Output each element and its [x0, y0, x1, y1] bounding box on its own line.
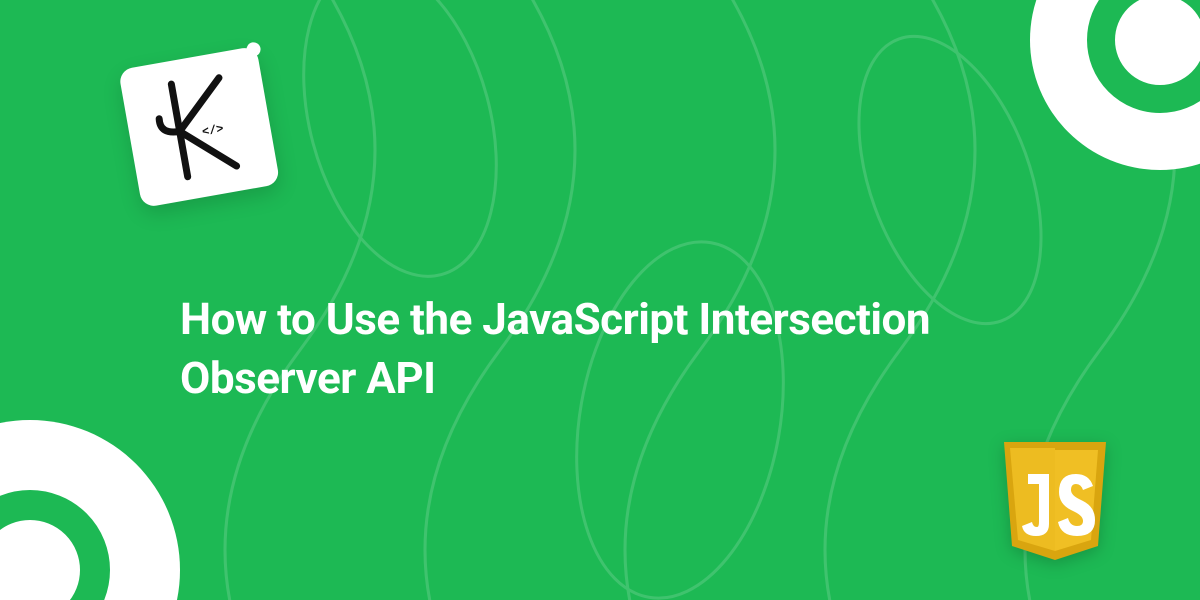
logo-k-icon: </>	[140, 64, 258, 190]
logo-card: </>	[118, 46, 280, 208]
svg-text:</>: </>	[201, 122, 225, 140]
article-title: How to Use the JavaScript Intersection O…	[180, 290, 1020, 409]
javascript-badge-icon	[1000, 438, 1110, 562]
site-logo: </>	[118, 44, 292, 218]
